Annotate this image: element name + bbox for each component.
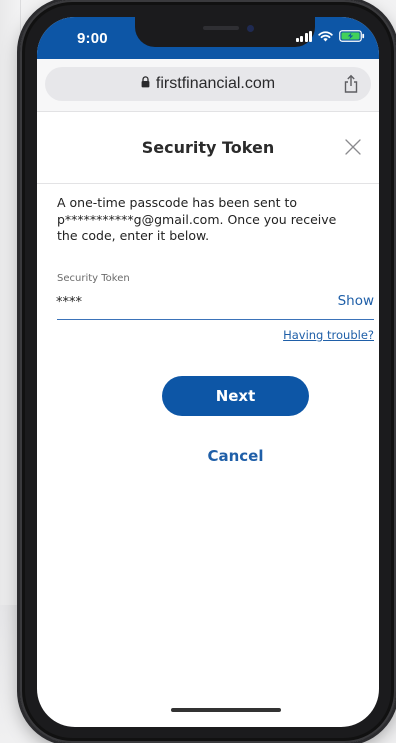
front-camera — [247, 25, 254, 32]
status-icons — [295, 30, 366, 42]
battery-charging-icon — [339, 30, 365, 42]
phone-frame: 9:00 firstfinancial.com Security Token A… — [17, 0, 396, 743]
phone-screen: 9:00 firstfinancial.com Security Token A… — [37, 17, 379, 727]
next-button[interactable]: Next — [162, 376, 309, 416]
status-time: 9:00 — [77, 30, 108, 47]
wifi-icon — [318, 30, 333, 42]
share-icon[interactable] — [341, 74, 361, 94]
address-bar-content: firstfinancial.com — [45, 67, 371, 101]
speaker-grille — [203, 26, 239, 30]
show-token-link[interactable]: Show — [338, 293, 374, 309]
address-bar[interactable]: firstfinancial.com — [45, 67, 371, 101]
status-bar: 9:00 — [37, 17, 379, 59]
browser-address-area: firstfinancial.com — [37, 59, 379, 112]
lock-icon — [141, 75, 150, 93]
page-header: Security Token — [37, 111, 379, 184]
security-token-input[interactable] — [56, 289, 312, 315]
signal-icon — [295, 30, 312, 42]
home-indicator[interactable] — [171, 708, 281, 712]
phone-notch — [135, 17, 315, 47]
cancel-button[interactable]: Cancel — [172, 443, 299, 469]
background-panel — [0, 0, 21, 605]
having-trouble-link[interactable]: Having trouble? — [283, 328, 374, 342]
url-text: firstfinancial.com — [155, 75, 276, 92]
close-icon[interactable] — [341, 135, 365, 159]
page-title: Security Token — [141, 137, 275, 157]
security-token-label: Security Token — [57, 273, 130, 284]
instructions-text: A one-time passcode has been sent to p**… — [57, 195, 337, 243]
input-underline — [57, 319, 374, 320]
